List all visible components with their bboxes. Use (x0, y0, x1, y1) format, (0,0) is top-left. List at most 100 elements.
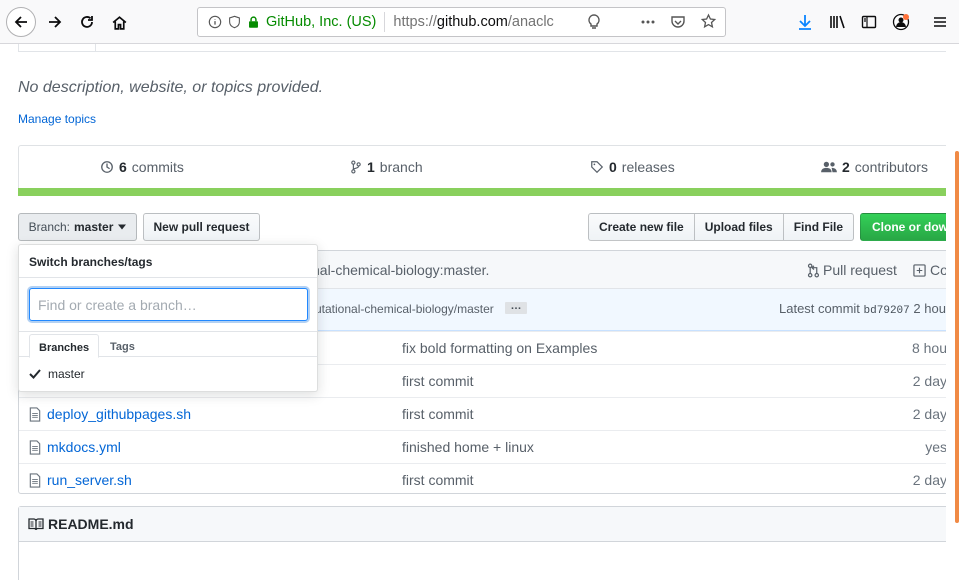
branch-icon (351, 160, 361, 174)
compare-link[interactable]: Co (913, 262, 946, 278)
file-age: yes (925, 439, 946, 455)
scrollbar-thumb[interactable] (955, 151, 959, 523)
back-arrow-icon (14, 16, 27, 28)
file-link[interactable]: run_server.sh (29, 472, 132, 488)
branch-search-input[interactable] (29, 288, 308, 321)
branch-current: master (74, 220, 114, 234)
reload-icon (81, 16, 93, 28)
releases-label: releases (621, 159, 675, 175)
new-pull-request-button[interactable]: New pull request (143, 213, 260, 241)
dropdown-tabs: Branches Tags (19, 332, 317, 358)
pull-request-label: Pull request (823, 262, 897, 278)
compare-icon (913, 263, 926, 277)
bookmark-star-icon[interactable] (700, 13, 717, 31)
commits-summary[interactable]: 6 commits (100, 159, 184, 175)
file-age: 2 day (912, 373, 946, 389)
tracking-shield-icon (229, 15, 240, 29)
file-age: 2 day (912, 406, 946, 422)
branch-item-master[interactable]: master (19, 358, 317, 390)
clone-download-button[interactable]: Clone or down (860, 213, 946, 241)
manage-topics-link[interactable]: Manage topics (18, 112, 96, 126)
branch-dropdown: Switch branches/tags Branches Tags maste… (18, 244, 318, 392)
account-button[interactable] (886, 7, 916, 37)
people-icon (821, 161, 837, 173)
compare-label: Co (930, 262, 946, 278)
github-repo-page: No description, website, or topics provi… (0, 44, 946, 580)
expand-commit-ellipsis[interactable]: … (505, 301, 527, 314)
file-age: 8 hou (911, 340, 946, 356)
site-identity-label: GitHub, Inc. (US) (266, 14, 377, 30)
file-commit-message[interactable]: first commit (402, 373, 474, 389)
contributors-count: 2 (842, 159, 850, 175)
find-file-button[interactable]: Find File (782, 213, 855, 241)
file-name[interactable]: run_server.sh (47, 472, 132, 488)
releases-summary[interactable]: 0 releases (590, 159, 675, 175)
language-bar[interactable] (18, 188, 946, 196)
site-identity[interactable]: GitHub, Inc. (US) (198, 14, 376, 30)
repo-nav-tab-selected[interactable] (18, 44, 96, 52)
file-actions: Create new file Upload files Find File (588, 213, 855, 241)
lock-icon (249, 16, 258, 28)
library-icon (830, 15, 845, 29)
url-actions (586, 13, 717, 31)
branches-summary[interactable]: 1 branch (350, 159, 423, 175)
pull-request-icon (807, 263, 819, 277)
file-commit-message[interactable]: fix bold formatting on Examples (402, 340, 597, 356)
tab-tags[interactable]: Tags (101, 334, 144, 358)
upload-files-button[interactable]: Upload files (693, 213, 784, 241)
file-icon (29, 406, 41, 422)
url-scheme: https:// (393, 14, 437, 30)
sidebar-icon (861, 15, 877, 29)
file-commit-message[interactable]: first commit (402, 472, 474, 488)
file-name[interactable]: mkdocs.yml (47, 439, 121, 455)
url-bar[interactable]: GitHub, Inc. (US) https://github.com/ana… (197, 7, 726, 37)
contributors-summary[interactable]: 2 contributors (821, 159, 928, 175)
checkmark-icon (29, 369, 41, 379)
file-row: mkdocs.yml finished home + linux yes (19, 430, 946, 463)
commit-sha[interactable]: bd79207 (864, 305, 910, 317)
commit-age: 2 hou (913, 301, 946, 316)
book-icon (28, 518, 44, 531)
file-link[interactable]: mkdocs.yml (29, 439, 121, 455)
pull-request-link[interactable]: Pull request (807, 262, 897, 278)
branch-filter (19, 278, 317, 332)
file-icon (29, 439, 41, 455)
reload-button[interactable] (72, 7, 102, 37)
url-text[interactable]: https://github.com/anaclc (393, 14, 575, 30)
file-link[interactable]: deploy_githubpages.sh (29, 406, 191, 422)
forward-button[interactable] (40, 7, 70, 37)
repo-nav-underline (96, 51, 946, 52)
more-actions-icon[interactable] (640, 13, 656, 31)
downloads-button[interactable] (790, 7, 820, 37)
hamburger-menu-icon (934, 17, 946, 27)
url-path: /anaclc (507, 14, 554, 30)
browser-toolbar: GitHub, Inc. (US) https://github.com/ana… (0, 0, 959, 44)
library-button[interactable] (823, 7, 853, 37)
file-row: run_server.sh first commit 2 day (19, 463, 946, 496)
url-separator (384, 12, 386, 32)
lightbulb-icon[interactable] (586, 13, 602, 31)
back-button[interactable] (6, 7, 36, 37)
commit-message[interactable]: utational-chemical-biology/master (315, 302, 494, 316)
create-new-file-button[interactable]: Create new file (588, 213, 695, 241)
commits-count: 6 (119, 159, 127, 175)
download-icon (799, 15, 811, 30)
tab-branches[interactable]: Branches (29, 334, 100, 358)
file-commit-message[interactable]: finished home + linux (402, 439, 534, 455)
contributors-label: contributors (854, 159, 928, 175)
file-age: 2 day (912, 472, 946, 488)
menu-button[interactable] (925, 7, 955, 37)
file-commit-message[interactable]: first commit (402, 406, 474, 422)
branch-select-button[interactable]: Branch: master (18, 213, 137, 241)
forward-arrow-icon (49, 16, 62, 28)
caret-down-icon (118, 224, 127, 230)
info-icon (208, 15, 222, 29)
url-host: github.com (436, 14, 508, 30)
pocket-icon[interactable] (670, 13, 686, 31)
page-scrollbar[interactable] (946, 44, 959, 580)
tag-icon (591, 161, 604, 174)
home-button[interactable] (104, 7, 134, 37)
file-row: deploy_githubpages.sh first commit 2 day (19, 397, 946, 430)
sidebar-button[interactable] (854, 7, 884, 37)
file-name[interactable]: deploy_githubpages.sh (47, 406, 191, 422)
